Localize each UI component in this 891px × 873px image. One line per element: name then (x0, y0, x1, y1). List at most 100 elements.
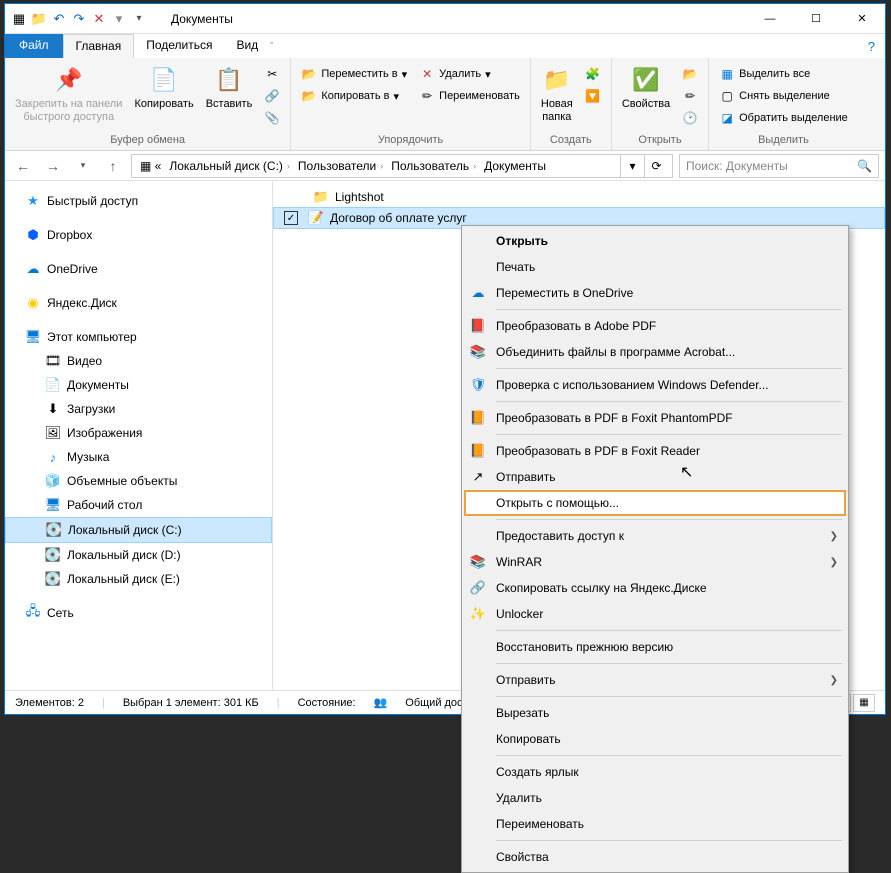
minimize-button[interactable]: — (747, 4, 793, 33)
close-button[interactable]: ✕ (839, 4, 885, 33)
cm-open-with[interactable]: Открыть с помощью... (464, 490, 846, 516)
cm-send[interactable]: ↗Отправить (464, 464, 846, 490)
nav-disk-e[interactable]: 💽Локальный диск (E:) (5, 567, 272, 591)
cm-move-onedrive[interactable]: ☁Переместить в OneDrive (464, 280, 846, 306)
view-large-button[interactable]: ▦ (853, 694, 875, 712)
easy-access-button[interactable]: 🔽 (581, 86, 605, 106)
nav-onedrive[interactable]: ☁OneDrive (5, 257, 272, 281)
nav-music[interactable]: ♪Музыка (5, 445, 272, 469)
cut-small-button[interactable]: ✂ (260, 64, 284, 84)
copy-button[interactable]: 📄 Копировать (130, 64, 197, 111)
crumb-users[interactable]: Пользователи› (294, 159, 387, 173)
nav-up-button[interactable]: ↑ (101, 154, 125, 178)
cm-print[interactable]: Печать (464, 254, 846, 280)
cm-restore[interactable]: Восстановить прежнюю версию (464, 634, 846, 660)
share-icon: ↗ (468, 468, 488, 486)
cm-defender[interactable]: 🛡Проверка с использованием Windows Defen… (464, 372, 846, 398)
cm-foxit-phantom[interactable]: 📙Преобразовать в PDF в Foxit PhantomPDF (464, 405, 846, 431)
cm-rename[interactable]: Переименовать (464, 811, 846, 837)
tab-view[interactable]: Вид (224, 34, 270, 58)
cm-foxit-reader[interactable]: 📙Преобразовать в PDF в Foxit Reader (464, 438, 846, 464)
context-menu: Открыть Печать ☁Переместить в OneDrive 📕… (461, 225, 849, 873)
nav-dropbox[interactable]: ⬢Dropbox (5, 223, 272, 247)
nav-desktop[interactable]: 🖥Рабочий стол (5, 493, 272, 517)
delete-icon[interactable]: ✕ (91, 11, 107, 27)
cm-grant-access[interactable]: Предоставить доступ к❯ (464, 523, 846, 549)
onedrive-icon: ☁ (468, 284, 488, 302)
addr-dropdown-button[interactable]: ▾ (620, 155, 644, 177)
cm-send-to[interactable]: Отправить❯ (464, 667, 846, 693)
new-folder-icon[interactable]: 📁 (31, 11, 47, 27)
onedrive-icon: ☁ (25, 261, 41, 277)
nav-yandex[interactable]: ◉Яндекс.Диск (5, 291, 272, 315)
nav-videos[interactable]: 🎞Видео (5, 349, 272, 373)
nav-disk-c[interactable]: 💽Локальный диск (C:) (5, 517, 272, 543)
quick-access-toolbar: ▦ 📁 ↶ ↷ ✕ ▾ ▾ (11, 11, 147, 27)
properties-icon[interactable]: ▦ (11, 11, 27, 27)
cm-open[interactable]: Открыть (464, 228, 846, 254)
nav-forward-button[interactable]: → (41, 154, 65, 178)
rename-icon[interactable]: ▾ (111, 11, 127, 27)
cm-cut[interactable]: Вырезать (464, 700, 846, 726)
ribbon-organize: 📂Переместить в ▾ 📂Копировать в ▾ ✕Удалит… (291, 58, 530, 150)
cm-adobe-pdf[interactable]: 📕Преобразовать в Adobe PDF (464, 313, 846, 339)
nav-quick-access[interactable]: ★Быстрый доступ (5, 189, 272, 213)
nav-disk-d[interactable]: 💽Локальный диск (D:) (5, 543, 272, 567)
collapse-ribbon-icon[interactable]: ˇ (270, 41, 273, 51)
invert-selection-button[interactable]: ◪Обратить выделение (715, 108, 852, 128)
move-to-button[interactable]: 📂Переместить в ▾ (297, 64, 411, 84)
properties-button[interactable]: ✅ Свойства (618, 64, 674, 111)
nav-network[interactable]: 🖧Сеть (5, 601, 272, 625)
maximize-button[interactable]: ☐ (793, 4, 839, 33)
redo-icon[interactable]: ↷ (71, 11, 87, 27)
pasteshortcut-small-button[interactable]: 📎 (260, 108, 284, 128)
edit-button[interactable]: ✏ (678, 86, 702, 106)
address-bar[interactable]: ▦ « Локальный диск (C:)› Пользователи› П… (131, 154, 673, 178)
tab-file[interactable]: Файл (5, 34, 63, 58)
checkbox-checked-icon[interactable]: ✓ (284, 211, 298, 225)
crumb-documents[interactable]: Документы (480, 159, 550, 173)
search-input[interactable]: Поиск: Документы 🔍 (679, 154, 879, 178)
history-button[interactable]: 🕑 (678, 108, 702, 128)
nav-this-pc[interactable]: 🖥Этот компьютер (5, 325, 272, 349)
cm-unlocker[interactable]: ✨Unlocker (464, 601, 846, 627)
new-item-button[interactable]: 🧩 (581, 64, 605, 84)
crumb-root[interactable]: ▦ « (136, 159, 165, 173)
open-button[interactable]: 📂 (678, 64, 702, 84)
copypath-small-button[interactable]: 🔗 (260, 86, 284, 106)
delete-button[interactable]: ✕Удалить ▾ (415, 64, 524, 84)
chevron-right-icon: ❯ (830, 557, 838, 568)
cm-yandex-link[interactable]: 🔗Скопировать ссылку на Яндекс.Диске (464, 575, 846, 601)
undo-icon[interactable]: ↶ (51, 11, 67, 27)
copy-to-button[interactable]: 📂Копировать в ▾ (297, 86, 411, 106)
cm-winrar[interactable]: 📚WinRAR❯ (464, 549, 846, 575)
tab-share[interactable]: Поделиться (134, 34, 224, 58)
rename-button[interactable]: ✏Переименовать (415, 86, 524, 106)
file-item-lightshot[interactable]: 📁 Lightshot (273, 187, 885, 207)
nav-documents[interactable]: 📄Документы (5, 373, 272, 397)
cm-shortcut[interactable]: Создать ярлык (464, 759, 846, 785)
nav-recent-button[interactable]: ▾ (71, 154, 95, 178)
status-state-label: Состояние: (298, 697, 356, 709)
tab-home[interactable]: Главная (63, 34, 135, 58)
cm-delete[interactable]: Удалить (464, 785, 846, 811)
history-icon: 🕑 (682, 110, 698, 126)
nav-pictures[interactable]: 🖼Изображения (5, 421, 272, 445)
cm-copy[interactable]: Копировать (464, 726, 846, 752)
select-all-button[interactable]: ▦Выделить все (715, 64, 852, 84)
nav-back-button[interactable]: ← (11, 154, 35, 178)
nav-downloads[interactable]: ⬇Загрузки (5, 397, 272, 421)
qat-dropdown-icon[interactable]: ▾ (131, 11, 147, 27)
cm-properties[interactable]: Свойства (464, 844, 846, 870)
nav-3d[interactable]: 🧊Объемные объекты (5, 469, 272, 493)
crumb-user[interactable]: Пользователь› (387, 159, 480, 173)
download-icon: ⬇ (45, 401, 61, 417)
crumb-c[interactable]: Локальный диск (C:)› (165, 159, 294, 173)
select-none-button[interactable]: ▢Снять выделение (715, 86, 852, 106)
cm-combine-acrobat[interactable]: 📚Объединить файлы в программе Acrobat... (464, 339, 846, 365)
refresh-button[interactable]: ⟳ (644, 155, 668, 177)
paste-button[interactable]: 📋 Вставить (202, 64, 257, 111)
new-folder-button[interactable]: 📁 Новая папка (537, 64, 577, 124)
help-icon[interactable]: ? (868, 39, 875, 54)
pin-quick-access-button[interactable]: 📌 Закрепить на панели быстрого доступа (11, 64, 126, 124)
